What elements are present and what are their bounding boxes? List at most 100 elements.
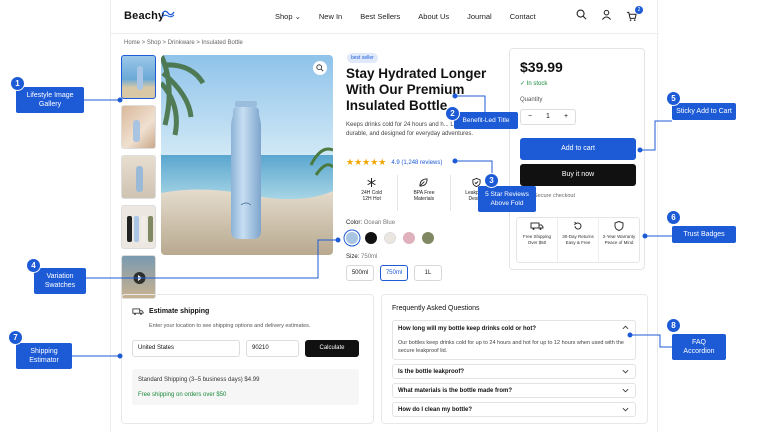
shipping-estimator: Estimate shipping Enter your location to…	[121, 294, 374, 424]
qty-value[interactable]: 1	[539, 110, 557, 124]
feature-temperature: 24H Cold 12H Hot	[346, 175, 399, 211]
menu-about-us[interactable]: About Us	[418, 12, 449, 21]
faq-title: Frequently Asked Questions	[392, 305, 480, 312]
star-rating: ★★★★★	[346, 157, 387, 167]
add-to-cart-button[interactable]: Add to cart	[520, 138, 636, 160]
best-seller-badge: best seller	[347, 53, 378, 63]
zoom-button[interactable]	[313, 61, 327, 75]
zoom-icon	[316, 64, 324, 72]
faq-item[interactable]: How do I clean my bottle?	[392, 402, 636, 417]
menu-contact[interactable]: Contact	[510, 12, 536, 21]
trust-badges: Free Shipping Over $50 30-Day Returns Ea…	[516, 217, 640, 263]
truck-icon	[132, 308, 144, 315]
callout-sticky-cart: Sticky Add to Cart	[672, 103, 736, 120]
faq-question: What materials is the bottle made from?	[398, 388, 513, 394]
main-menu: Shop ⌄ New In Best Sellers About Us Jour…	[275, 12, 554, 21]
callout-benefit-title: Benefit-Led Title	[454, 112, 518, 129]
main-product-image[interactable]	[161, 55, 333, 255]
color-swatches	[346, 232, 434, 244]
menu-shop[interactable]: Shop ⌄	[275, 12, 301, 21]
rating-row[interactable]: ★★★★★ 4.9 (1,248 reviews)	[346, 157, 442, 168]
snowflake-icon	[367, 178, 376, 187]
callout-number-2: 2	[445, 106, 460, 121]
faq-item[interactable]: Is the bottle leakproof?	[392, 364, 636, 379]
qty-minus-button[interactable]: −	[521, 110, 539, 124]
breadcrumb[interactable]: Home > Shop > Drinkware > Insulated Bott…	[124, 40, 243, 46]
free-shipping-note: Free shipping on orders over $50	[138, 392, 227, 398]
chevron-down-icon	[622, 369, 629, 374]
search-icon[interactable]	[576, 9, 587, 20]
thumbnail-video[interactable]	[121, 255, 156, 299]
callout-trust-badges: Trust Badges	[672, 226, 736, 243]
secure-checkout-text: Secure checkout	[534, 193, 575, 199]
thumbnail-3[interactable]	[121, 155, 156, 199]
logo[interactable]: Beachy	[124, 10, 164, 22]
quantity-stepper: − 1 +	[520, 109, 576, 125]
top-nav: Beachy Shop ⌄ New In Best Sellers About …	[111, 0, 659, 34]
callout-shipping: Shipping Estimator	[16, 343, 72, 369]
size-500ml[interactable]: 500ml	[346, 265, 374, 281]
cart-count-badge: 2	[635, 6, 643, 14]
swatch-black[interactable]	[365, 232, 377, 244]
size-750ml[interactable]: 750ml	[380, 265, 408, 281]
faq-answer: Our bottles keep drinks cold for up to 2…	[398, 340, 624, 354]
chevron-up-icon	[622, 325, 629, 330]
menu-journal[interactable]: Journal	[467, 12, 492, 21]
callout-lifestyle-gallery: Lifestyle Image Gallery	[16, 87, 84, 113]
shipping-title: Estimate shipping	[149, 308, 210, 315]
country-select[interactable]: United States	[132, 340, 240, 357]
selected-color: Ocean Blue	[363, 220, 396, 226]
size-1l[interactable]: 1L	[414, 265, 442, 281]
swatch-olive[interactable]	[422, 232, 434, 244]
stock-status: ✓ In stock	[520, 81, 548, 87]
menu-best-sellers[interactable]: Best Sellers	[360, 12, 400, 21]
swatch-sand[interactable]	[384, 232, 396, 244]
swatch-pink[interactable]	[403, 232, 415, 244]
shipping-rate-box: Standard Shipping (3–5 business days) $4…	[132, 369, 359, 405]
badge-line-2: Easy & Free	[565, 240, 591, 245]
color-label: Color: Ocean Blue	[346, 220, 395, 226]
quantity-label: Quantity	[520, 97, 543, 103]
callout-number-4: 4	[26, 258, 41, 273]
play-icon	[133, 272, 146, 284]
cart-button[interactable]: 2	[626, 6, 643, 27]
zip-input[interactable]: 90210	[246, 340, 299, 357]
chevron-down-icon	[622, 407, 629, 412]
thumbnail-1[interactable]	[121, 55, 156, 99]
faq-question: How do I clean my bottle?	[398, 407, 473, 413]
color-label-text: Color:	[346, 220, 363, 226]
swatch-ocean-blue[interactable]	[346, 232, 358, 244]
truck-icon	[530, 222, 544, 230]
thumbnail-4[interactable]	[121, 205, 156, 249]
faq-question: Is the bottle leakproof?	[398, 369, 465, 375]
product-page: Beachy Shop ⌄ New In Best Sellers About …	[110, 0, 659, 432]
return-icon	[573, 221, 582, 230]
buy-now-button[interactable]: Buy it now	[520, 164, 636, 186]
price: $39.99	[520, 59, 563, 75]
menu-new-in[interactable]: New In	[319, 12, 342, 21]
badge-line-2: Peace of Mind	[604, 240, 634, 245]
standard-shipping-rate: Standard Shipping (3–5 business days) $4…	[138, 377, 260, 383]
callout-number-5: 5	[666, 91, 681, 106]
callout-faq: FAQ Accordion	[672, 334, 726, 360]
feature-label-2: Materials	[413, 196, 435, 202]
callout-number-7: 7	[8, 330, 23, 345]
account-icon[interactable]	[601, 9, 612, 20]
badge-warranty: 2-Year Warranty Peace of Mind	[599, 218, 639, 262]
calculate-button[interactable]: Calculate	[305, 340, 359, 357]
badge-free-shipping: Free Shipping Over $50	[517, 218, 558, 262]
faq-item-open[interactable]: How long will my bottle keep drinks cold…	[392, 320, 636, 360]
callout-number-6: 6	[666, 210, 681, 225]
callout-number-8: 8	[666, 318, 681, 333]
review-count-link[interactable]: 4.9 (1,248 reviews)	[391, 160, 442, 166]
callout-number-3: 3	[484, 173, 499, 188]
qty-plus-button[interactable]: +	[557, 110, 575, 124]
feature-label-2: 12H Hot	[362, 196, 381, 202]
product-title: Stay Hydrated Longer With Our Premium In…	[346, 66, 487, 113]
faq-question: How long will my bottle keep drinks cold…	[398, 326, 537, 332]
selected-size: 750ml	[361, 254, 378, 260]
thumbnail-2[interactable]	[121, 105, 156, 149]
size-options: 500ml 750ml 1L	[346, 265, 442, 281]
faq-item[interactable]: What materials is the bottle made from?	[392, 383, 636, 398]
shield-icon	[614, 221, 624, 231]
